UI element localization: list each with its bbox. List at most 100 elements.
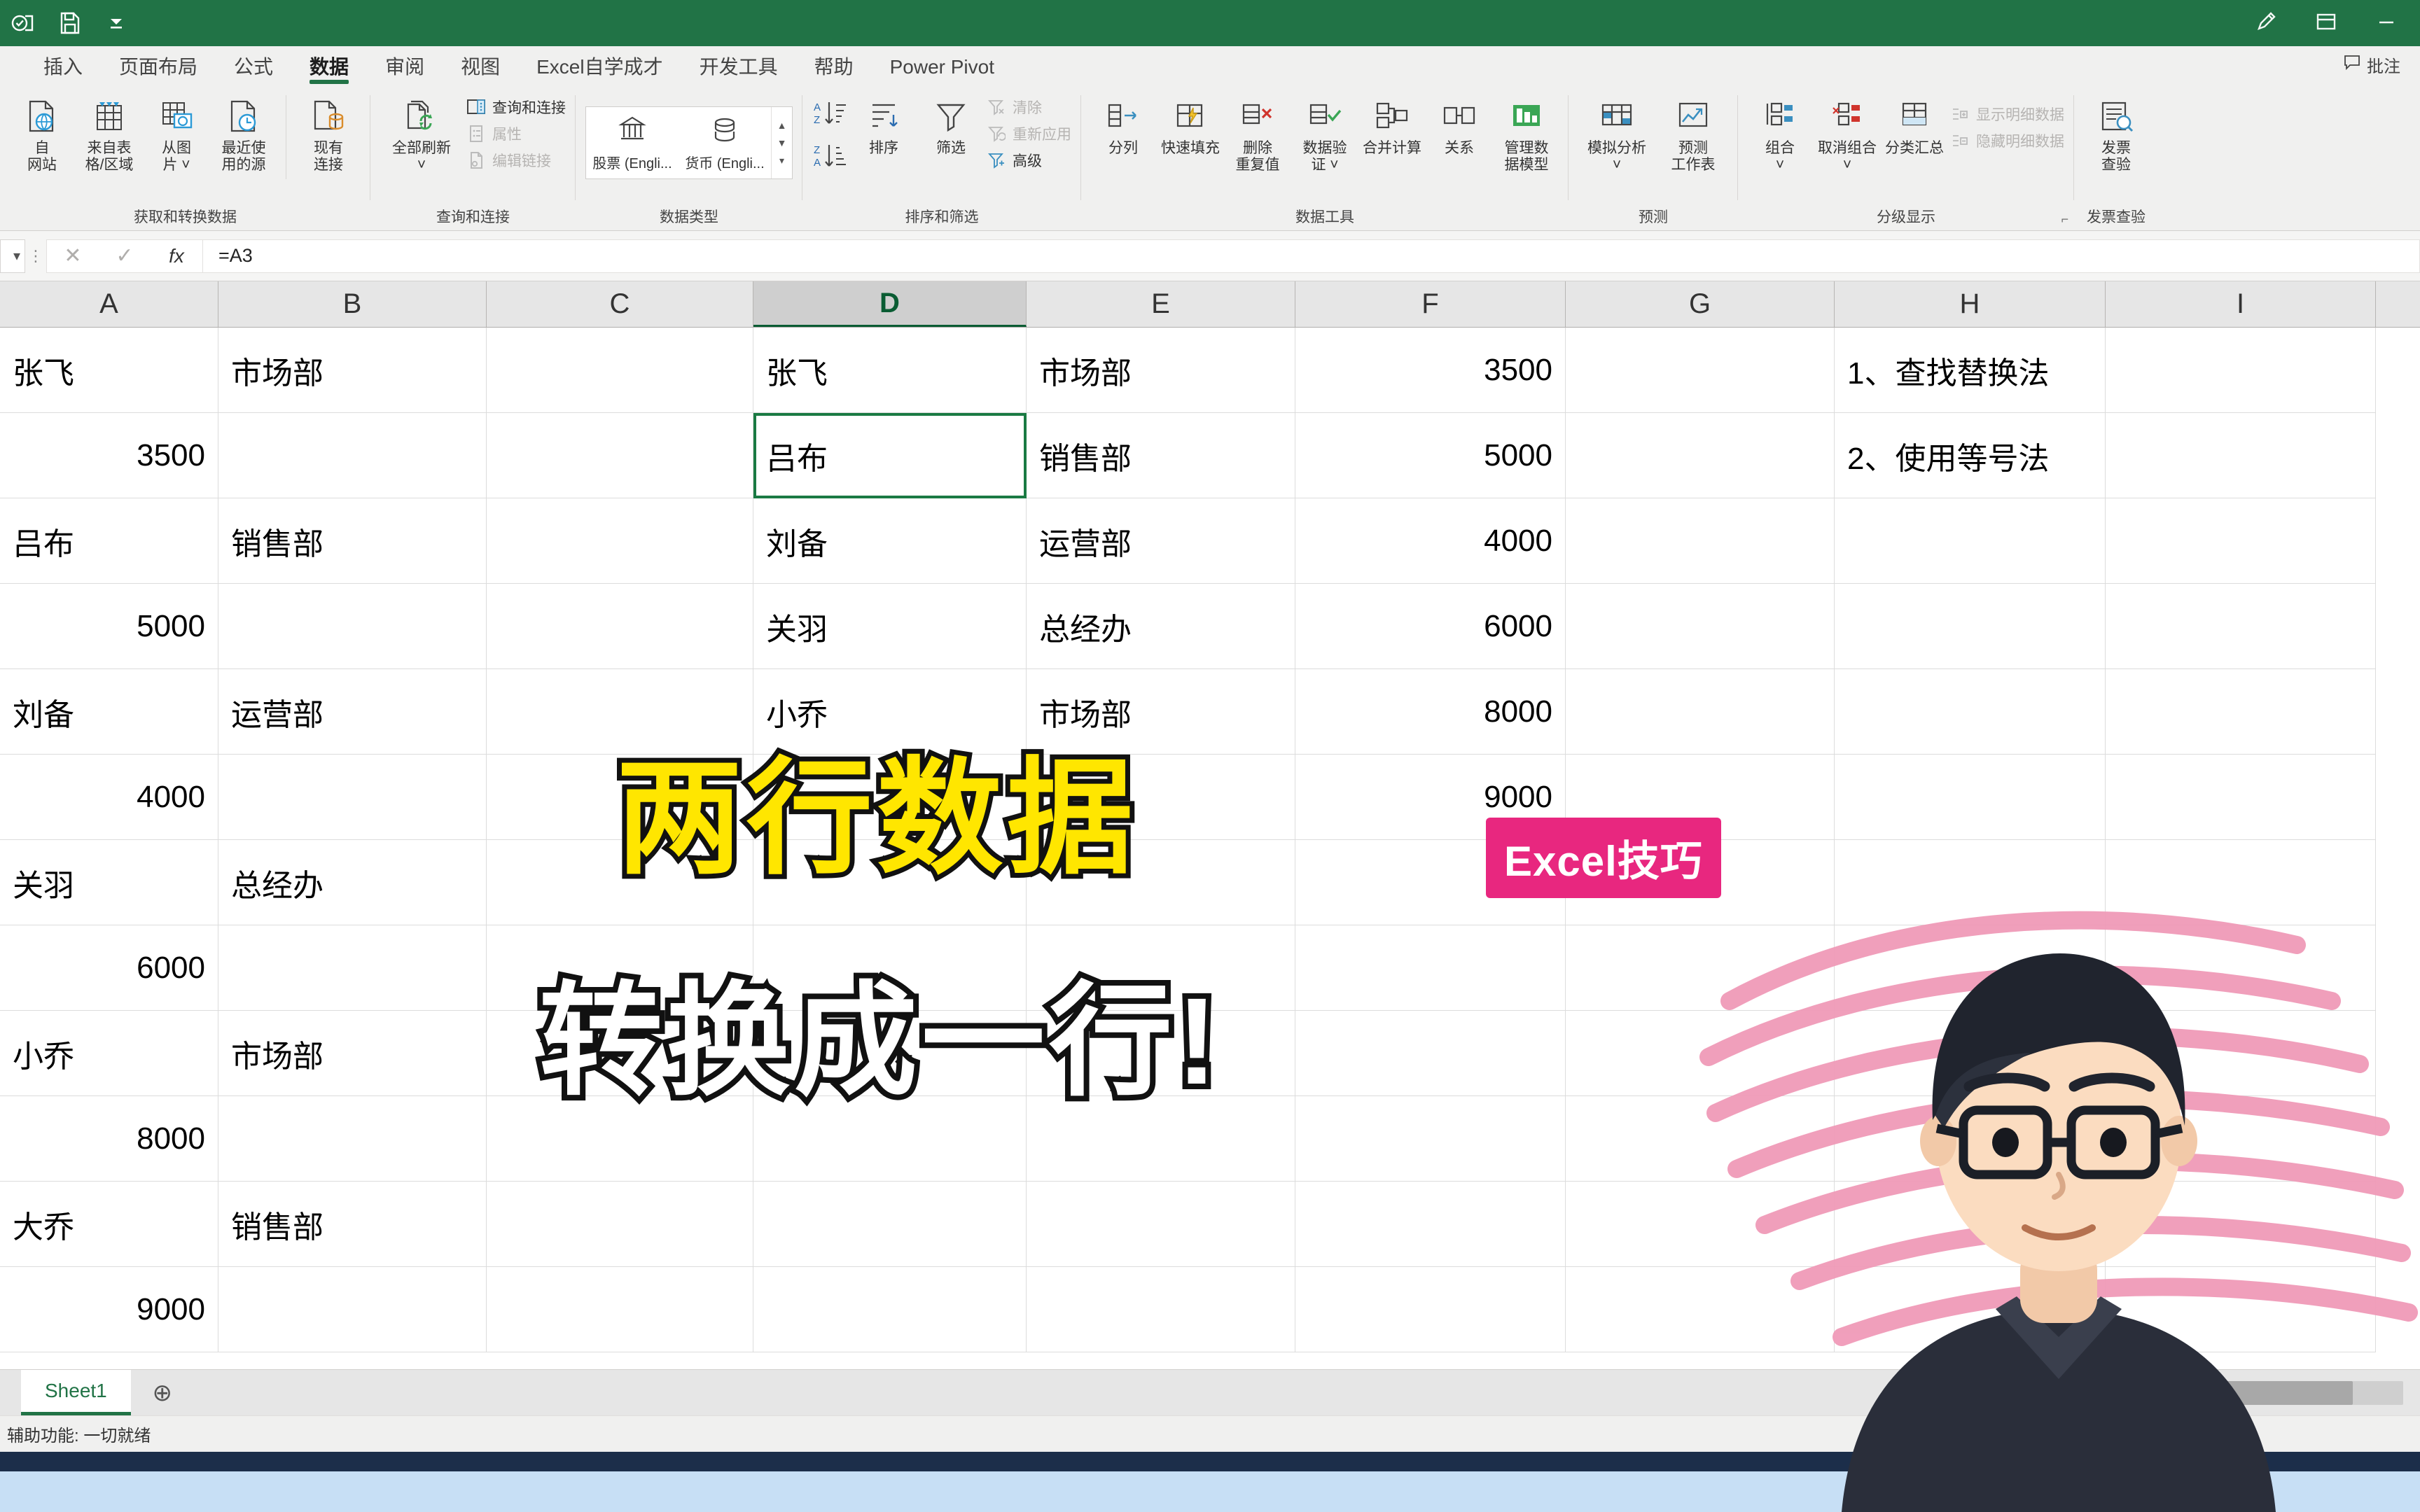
cell-B1[interactable]: 市场部 (218, 328, 487, 413)
cell-A1[interactable]: 张飞 (0, 328, 218, 413)
formula-input[interactable]: =A3 (203, 239, 2420, 273)
tab-view[interactable]: 视图 (443, 57, 518, 85)
cell-C2[interactable] (487, 413, 753, 498)
cell-E3[interactable]: 运营部 (1027, 498, 1295, 584)
cell-G5[interactable] (1566, 669, 1835, 755)
column-header-A[interactable]: A (0, 281, 218, 327)
data-validation-button[interactable]: 数据验 证 ˅ (1293, 91, 1357, 173)
cell-C10[interactable] (487, 1096, 753, 1182)
filter-button[interactable]: 筛选 (919, 91, 983, 157)
cell-D6[interactable] (753, 755, 1027, 840)
cell-H1[interactable]: 1、查找替换法 (1835, 328, 2106, 413)
cell-F3[interactable]: 4000 (1295, 498, 1566, 584)
tab-power-pivot[interactable]: Power Pivot (872, 57, 1013, 85)
cell-E2[interactable]: 销售部 (1027, 413, 1295, 498)
cell-D4[interactable]: 关羽 (753, 584, 1027, 669)
cell-A12[interactable]: 9000 (0, 1267, 218, 1352)
cell-H3[interactable] (1835, 498, 2106, 584)
autosave-icon[interactable] (10, 9, 38, 37)
cell-A11[interactable]: 大乔 (0, 1182, 218, 1267)
forecast-sheet-button[interactable]: 预测 工作表 (1658, 91, 1728, 173)
subtotal-button[interactable]: 分类汇总 (1882, 91, 1947, 157)
column-header-F[interactable]: F (1295, 281, 1566, 327)
cell-B6[interactable] (218, 755, 487, 840)
sort-button[interactable]: 排序 (851, 91, 916, 157)
what-if-analysis-button[interactable]: 模拟分析 ˅ (1578, 91, 1655, 173)
tab-insert[interactable]: 插入 (25, 57, 101, 85)
cell-B4[interactable] (218, 584, 487, 669)
cell-A9[interactable]: 小乔 (0, 1011, 218, 1096)
ribbon-display-options-icon[interactable] (2312, 8, 2340, 39)
cell-B2[interactable] (218, 413, 487, 498)
recent-sources-button[interactable]: 最近使 用的源 (211, 91, 276, 173)
column-header-G[interactable]: G (1566, 281, 1835, 327)
gallery-more-icon[interactable]: ▾ (779, 155, 784, 167)
cell-I3[interactable] (2106, 498, 2376, 584)
cell-F10[interactable] (1295, 1096, 1566, 1182)
column-header-H[interactable]: H (1835, 281, 2106, 327)
cell-A2[interactable]: 3500 (0, 413, 218, 498)
cell-B8[interactable] (218, 925, 487, 1011)
cell-C11[interactable] (487, 1182, 753, 1267)
cell-D8[interactable] (753, 925, 1027, 1011)
currencies-button[interactable]: 货币 (Engli... (679, 107, 771, 178)
cell-G3[interactable] (1566, 498, 1835, 584)
customize-quick-access-toolbar-icon[interactable] (102, 9, 130, 37)
cell-E1[interactable]: 市场部 (1027, 328, 1295, 413)
cell-A7[interactable]: 关羽 (0, 840, 218, 925)
cell-F5[interactable]: 8000 (1295, 669, 1566, 755)
manage-data-model-button[interactable]: 管理数 据模型 (1494, 91, 1559, 173)
tab-help[interactable]: 帮助 (796, 57, 872, 85)
column-header-D[interactable]: D (753, 281, 1027, 327)
sheet-tab-sheet1[interactable]: Sheet1 (21, 1370, 131, 1415)
cell-F12[interactable] (1295, 1267, 1566, 1352)
from-web-button[interactable]: 自 网站 (10, 91, 74, 173)
cell-G4[interactable] (1566, 584, 1835, 669)
cell-E9[interactable] (1027, 1011, 1295, 1096)
refresh-all-button[interactable]: 全部刷新 ˅ (380, 91, 463, 173)
cell-A10[interactable]: 8000 (0, 1096, 218, 1182)
cell-A5[interactable]: 刘备 (0, 669, 218, 755)
remove-duplicates-button[interactable]: 删除 重复值 (1225, 91, 1290, 173)
cell-I2[interactable] (2106, 413, 2376, 498)
sort-descending-button[interactable]: Z A (812, 141, 849, 176)
from-picture-button[interactable]: 从图 片 ˅ (144, 91, 209, 173)
existing-connections-button[interactable]: 现有 连接 (296, 91, 361, 173)
cell-F4[interactable]: 6000 (1295, 584, 1566, 669)
formula-bar-grip[interactable]: ⋮ (25, 247, 46, 265)
cell-B5[interactable]: 运营部 (218, 669, 487, 755)
cell-C1[interactable] (487, 328, 753, 413)
consolidate-button[interactable]: 合并计算 (1360, 91, 1424, 157)
chevron-down-icon[interactable]: ▾ (13, 247, 20, 265)
queries-connections-button[interactable]: 查询和连接 (466, 97, 566, 118)
cell-H5[interactable] (1835, 669, 2106, 755)
cell-H2[interactable]: 2、使用等号法 (1835, 413, 2106, 498)
cell-C3[interactable] (487, 498, 753, 584)
invoice-verification-button[interactable]: 发票 查验 (2084, 91, 2148, 173)
tab-developer[interactable]: 开发工具 (681, 57, 796, 85)
cell-A6[interactable]: 4000 (0, 755, 218, 840)
minimize-icon[interactable] (2372, 8, 2400, 39)
cell-E11[interactable] (1027, 1182, 1295, 1267)
cell-I4[interactable] (2106, 584, 2376, 669)
cell-F6[interactable]: 9000 (1295, 755, 1566, 840)
cell-F9[interactable] (1295, 1011, 1566, 1096)
cell-E5[interactable]: 市场部 (1027, 669, 1295, 755)
sort-ascending-button[interactable]: A Z (812, 98, 849, 134)
comments-button[interactable]: 批注 (2343, 52, 2400, 77)
insert-function-icon[interactable]: fx (151, 245, 202, 267)
column-header-E[interactable]: E (1027, 281, 1295, 327)
cell-E12[interactable] (1027, 1267, 1295, 1352)
cell-E6[interactable] (1027, 755, 1295, 840)
scroll-down-icon[interactable]: ▼ (777, 137, 787, 148)
relationships-button[interactable]: 关系 (1427, 91, 1491, 157)
confirm-icon[interactable]: ✓ (99, 244, 151, 268)
cell-F11[interactable] (1295, 1182, 1566, 1267)
stocks-button[interactable]: 股票 (Engli... (586, 107, 679, 178)
data-types-scroll[interactable]: ▲ ▼ ▾ (771, 107, 792, 178)
column-header-B[interactable]: B (218, 281, 487, 327)
cell-A3[interactable]: 吕布 (0, 498, 218, 584)
cell-B3[interactable]: 销售部 (218, 498, 487, 584)
cell-D7[interactable] (753, 840, 1027, 925)
cell-H4[interactable] (1835, 584, 2106, 669)
